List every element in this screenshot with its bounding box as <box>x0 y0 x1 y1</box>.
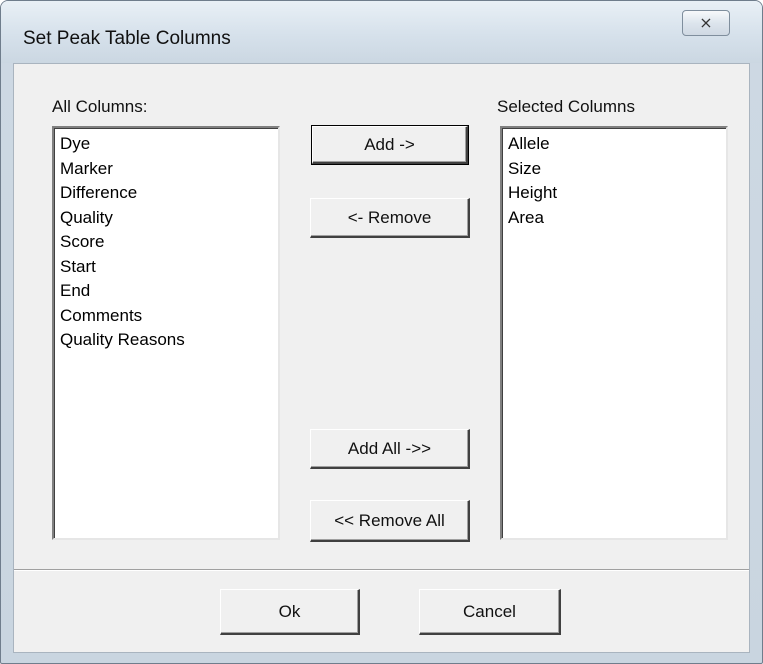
list-item[interactable]: Height <box>506 181 722 206</box>
list-item[interactable]: Size <box>506 157 722 182</box>
add-button[interactable]: Add -> <box>311 125 469 165</box>
list-item[interactable]: Allele <box>506 132 722 157</box>
list-item[interactable]: Difference <box>58 181 274 206</box>
close-icon: ⨯ <box>699 15 713 32</box>
dialog-window: Set Peak Table Columns ⨯ All Columns: Se… <box>0 0 763 664</box>
selected-columns-list[interactable]: Allele Size Height Area <box>500 126 728 540</box>
close-button[interactable]: ⨯ <box>682 10 730 36</box>
ok-button[interactable]: Ok <box>220 589 360 635</box>
list-item[interactable]: Comments <box>58 304 274 329</box>
list-item[interactable]: End <box>58 279 274 304</box>
list-item[interactable]: Dye <box>58 132 274 157</box>
selected-columns-label: Selected Columns <box>497 97 635 116</box>
list-item[interactable]: Marker <box>58 157 274 182</box>
list-item[interactable]: Area <box>506 206 722 231</box>
remove-button[interactable]: <- Remove <box>310 198 470 238</box>
title-bar[interactable]: Set Peak Table Columns ⨯ <box>1 1 762 63</box>
cancel-button[interactable]: Cancel <box>419 589 561 635</box>
remove-all-button[interactable]: << Remove All <box>310 500 470 542</box>
all-columns-list[interactable]: Dye Marker Difference Quality Score Star… <box>52 126 280 540</box>
dialog-body: All Columns: Selected Columns Dye Marker… <box>13 63 750 653</box>
all-columns-label: All Columns: <box>52 97 148 116</box>
footer-divider <box>14 569 749 571</box>
list-item[interactable]: Start <box>58 255 274 280</box>
add-all-button[interactable]: Add All ->> <box>310 429 470 469</box>
list-item[interactable]: Quality Reasons <box>58 328 274 353</box>
list-item[interactable]: Quality <box>58 206 274 231</box>
window-title: Set Peak Table Columns <box>23 28 231 49</box>
list-item[interactable]: Score <box>58 230 274 255</box>
